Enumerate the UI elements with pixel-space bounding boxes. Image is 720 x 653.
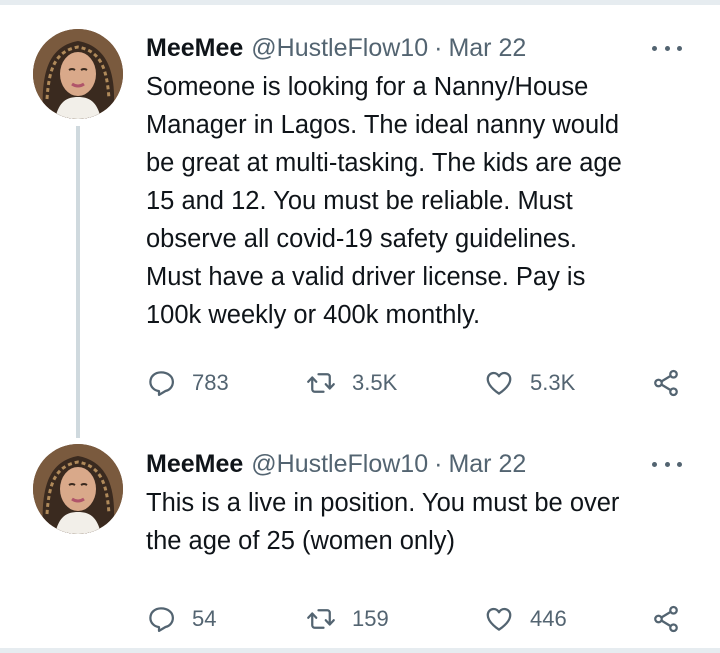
retweet-icon [306, 368, 336, 398]
user-handle[interactable]: @HustleFlow10 [251, 450, 428, 479]
share-button[interactable] [651, 599, 681, 639]
display-name[interactable]: MeeMee [146, 450, 243, 479]
more-dot [677, 461, 682, 467]
share-button[interactable] [651, 363, 681, 403]
reply-count: 54 [192, 606, 217, 631]
heart-icon [484, 604, 514, 634]
more-dot [652, 461, 657, 467]
avatar[interactable] [33, 29, 123, 119]
retweet-icon [306, 604, 336, 634]
reply-icon [146, 604, 176, 634]
like-button[interactable]: 5.3K [484, 363, 575, 403]
tweet[interactable]: MeeMee @HustleFlow10 · Mar 22 This is a … [0, 440, 720, 648]
share-icon [651, 604, 681, 634]
tweet-actions: 54 159 446 [146, 599, 696, 639]
display-name[interactable]: MeeMee [146, 34, 243, 63]
retweet-button[interactable]: 159 [306, 599, 389, 639]
tweet-header: MeeMee @HustleFlow10 · Mar 22 [146, 30, 700, 66]
heart-icon [484, 368, 514, 398]
tweet-text: Someone is looking for a Nanny/House Man… [146, 73, 622, 329]
tweet-content: MeeMee @HustleFlow10 · Mar 22 This is a … [146, 446, 700, 633]
separator: · [434, 449, 443, 478]
retweet-count: 3.5K [352, 370, 398, 395]
reply-icon [146, 368, 176, 398]
avatar[interactable] [33, 444, 123, 534]
tweet-text: This is a live in position. You must be … [146, 489, 620, 555]
like-count: 446 [530, 606, 567, 631]
user-handle[interactable]: @HustleFlow10 [251, 34, 428, 63]
share-icon [651, 368, 681, 398]
separator: · [434, 33, 443, 62]
tweet-actions: 783 3.5K 5.3K [146, 363, 696, 403]
reply-button[interactable]: 783 [146, 363, 229, 403]
more-dot [652, 45, 657, 51]
tweet[interactable]: MeeMee @HustleFlow10 · Mar 22 Someone is… [0, 0, 720, 440]
reply-button[interactable]: 54 [146, 599, 216, 639]
like-button[interactable]: 446 [484, 599, 567, 639]
more-dot [677, 45, 682, 51]
more-options-icon[interactable] [652, 38, 682, 58]
bottom-divider [0, 648, 720, 653]
tweet-date[interactable]: Mar 22 [448, 450, 526, 479]
retweet-button[interactable]: 3.5K [306, 363, 397, 403]
tweet-date[interactable]: Mar 22 [448, 34, 526, 63]
avatar-image [33, 444, 123, 534]
reply-count: 783 [192, 370, 229, 395]
more-options-icon[interactable] [652, 454, 682, 474]
avatar-image [33, 29, 123, 119]
thread-connector [76, 126, 80, 438]
tweet-header: MeeMee @HustleFlow10 · Mar 22 [146, 446, 700, 482]
more-dot [664, 461, 670, 467]
retweet-count: 159 [352, 606, 389, 631]
tweet-content: MeeMee @HustleFlow10 · Mar 22 Someone is… [146, 30, 700, 397]
like-count: 5.3K [530, 370, 576, 395]
more-dot [664, 45, 670, 51]
